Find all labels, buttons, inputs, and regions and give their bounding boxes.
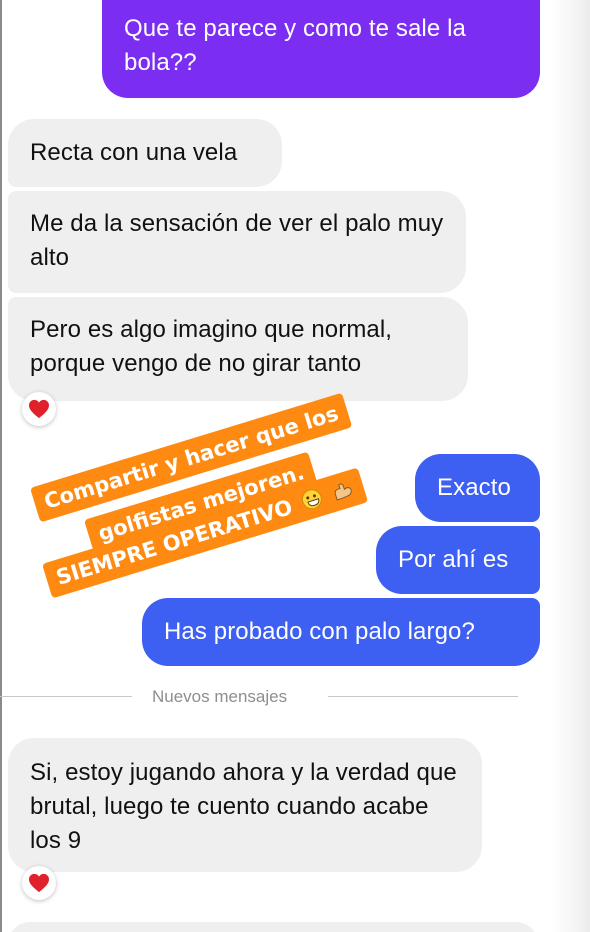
- new-messages-label: Nuevos mensajes: [152, 687, 288, 706]
- flexed-biceps-icon: [329, 476, 355, 501]
- outgoing-message-1[interactable]: Que te parece y como te sale la bola??: [102, 0, 540, 98]
- incoming-message-partial: [8, 922, 538, 932]
- chat-screen: Que te parece y como te sale la bola?? R…: [0, 0, 590, 932]
- right-edge: [552, 0, 590, 932]
- grinning-face-icon: [299, 486, 325, 512]
- message-text: Si, estoy jugando ahora y la verdad que …: [30, 759, 457, 854]
- reaction-heart-1[interactable]: [22, 392, 56, 426]
- incoming-message-3[interactable]: Pero es algo imagino que normal, porque …: [8, 297, 468, 401]
- outgoing-message-4[interactable]: Has probado con palo largo?: [142, 598, 540, 666]
- heart-icon: [29, 399, 49, 419]
- message-text: Me da la sensación de ver el palo muy al…: [30, 210, 444, 271]
- outgoing-message-2[interactable]: Exacto: [415, 454, 540, 522]
- message-text: Pero es algo imagino que normal, porque …: [30, 316, 393, 377]
- outgoing-message-3[interactable]: Por ahí es: [376, 526, 540, 594]
- message-text: Recta con una vela: [30, 139, 238, 166]
- incoming-message-1[interactable]: Recta con una vela: [8, 119, 282, 187]
- message-text: Has probado con palo largo?: [164, 618, 475, 645]
- message-text: Exacto: [437, 474, 511, 501]
- heart-icon: [29, 873, 49, 893]
- left-edge: [0, 0, 2, 932]
- divider-line-right: [328, 696, 518, 697]
- message-text: Que te parece y como te sale la bola??: [124, 15, 466, 76]
- reaction-heart-2[interactable]: [22, 866, 56, 900]
- incoming-message-2[interactable]: Me da la sensación de ver el palo muy al…: [8, 191, 466, 293]
- divider-line-left: [0, 696, 132, 697]
- incoming-message-4[interactable]: Si, estoy jugando ahora y la verdad que …: [8, 738, 482, 872]
- message-text: Por ahí es: [398, 546, 509, 573]
